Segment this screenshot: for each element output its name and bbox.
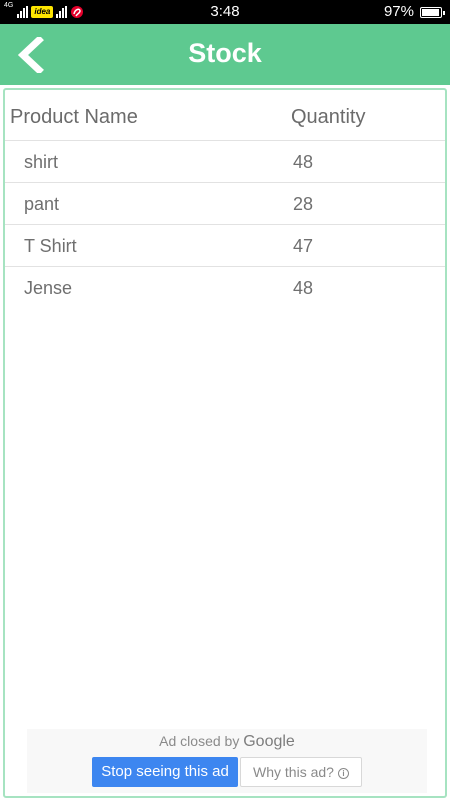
- why-this-ad-label: Why this ad?: [253, 764, 334, 780]
- battery-percent: 97%: [383, 3, 414, 20]
- app-bar: Stock: [0, 24, 450, 85]
- status-time: 3:48: [210, 3, 240, 20]
- ad-closed-label: Ad closed by: [159, 733, 240, 749]
- stop-seeing-ad-button[interactable]: Stop seeing this ad: [92, 757, 238, 787]
- column-header-product-name: Product Name: [10, 106, 138, 128]
- table-row[interactable]: shirt 48: [5, 141, 445, 183]
- status-bar: 4G idea 3:48 97%: [0, 0, 450, 24]
- stock-table: Product Name Quantity shirt 48 pant 28 T…: [5, 90, 445, 309]
- ad-closed-text: Ad closed by Google: [27, 732, 427, 751]
- column-header-quantity: Quantity: [291, 106, 366, 128]
- quantity-cell: 47: [293, 236, 314, 256]
- table-header: Product Name Quantity: [5, 90, 445, 141]
- quantity-cell: 28: [293, 194, 314, 214]
- table-row[interactable]: pant 28: [5, 183, 445, 225]
- table-row[interactable]: T Shirt 47: [5, 225, 445, 267]
- product-name-cell: shirt: [24, 152, 59, 172]
- battery-fill: [422, 8, 440, 16]
- product-name-cell: T Shirt: [24, 236, 77, 256]
- stock-panel: Product Name Quantity shirt 48 pant 28 T…: [3, 88, 447, 798]
- battery-icon: [420, 6, 445, 18]
- why-this-ad-button[interactable]: Why this ad? i: [240, 757, 362, 787]
- quantity-cell: 48: [293, 278, 314, 298]
- product-name-cell: pant: [24, 194, 60, 214]
- table-row[interactable]: Jense 48: [5, 267, 445, 309]
- status-right: 97%: [383, 3, 445, 21]
- page-title: Stock: [188, 38, 262, 68]
- product-name-cell: Jense: [24, 278, 73, 298]
- google-logo: Google: [243, 733, 295, 750]
- quantity-cell: 48: [293, 152, 314, 172]
- ad-closed-panel: Ad closed by Google Stop seeing this ad …: [27, 729, 427, 793]
- info-icon: i: [337, 767, 349, 779]
